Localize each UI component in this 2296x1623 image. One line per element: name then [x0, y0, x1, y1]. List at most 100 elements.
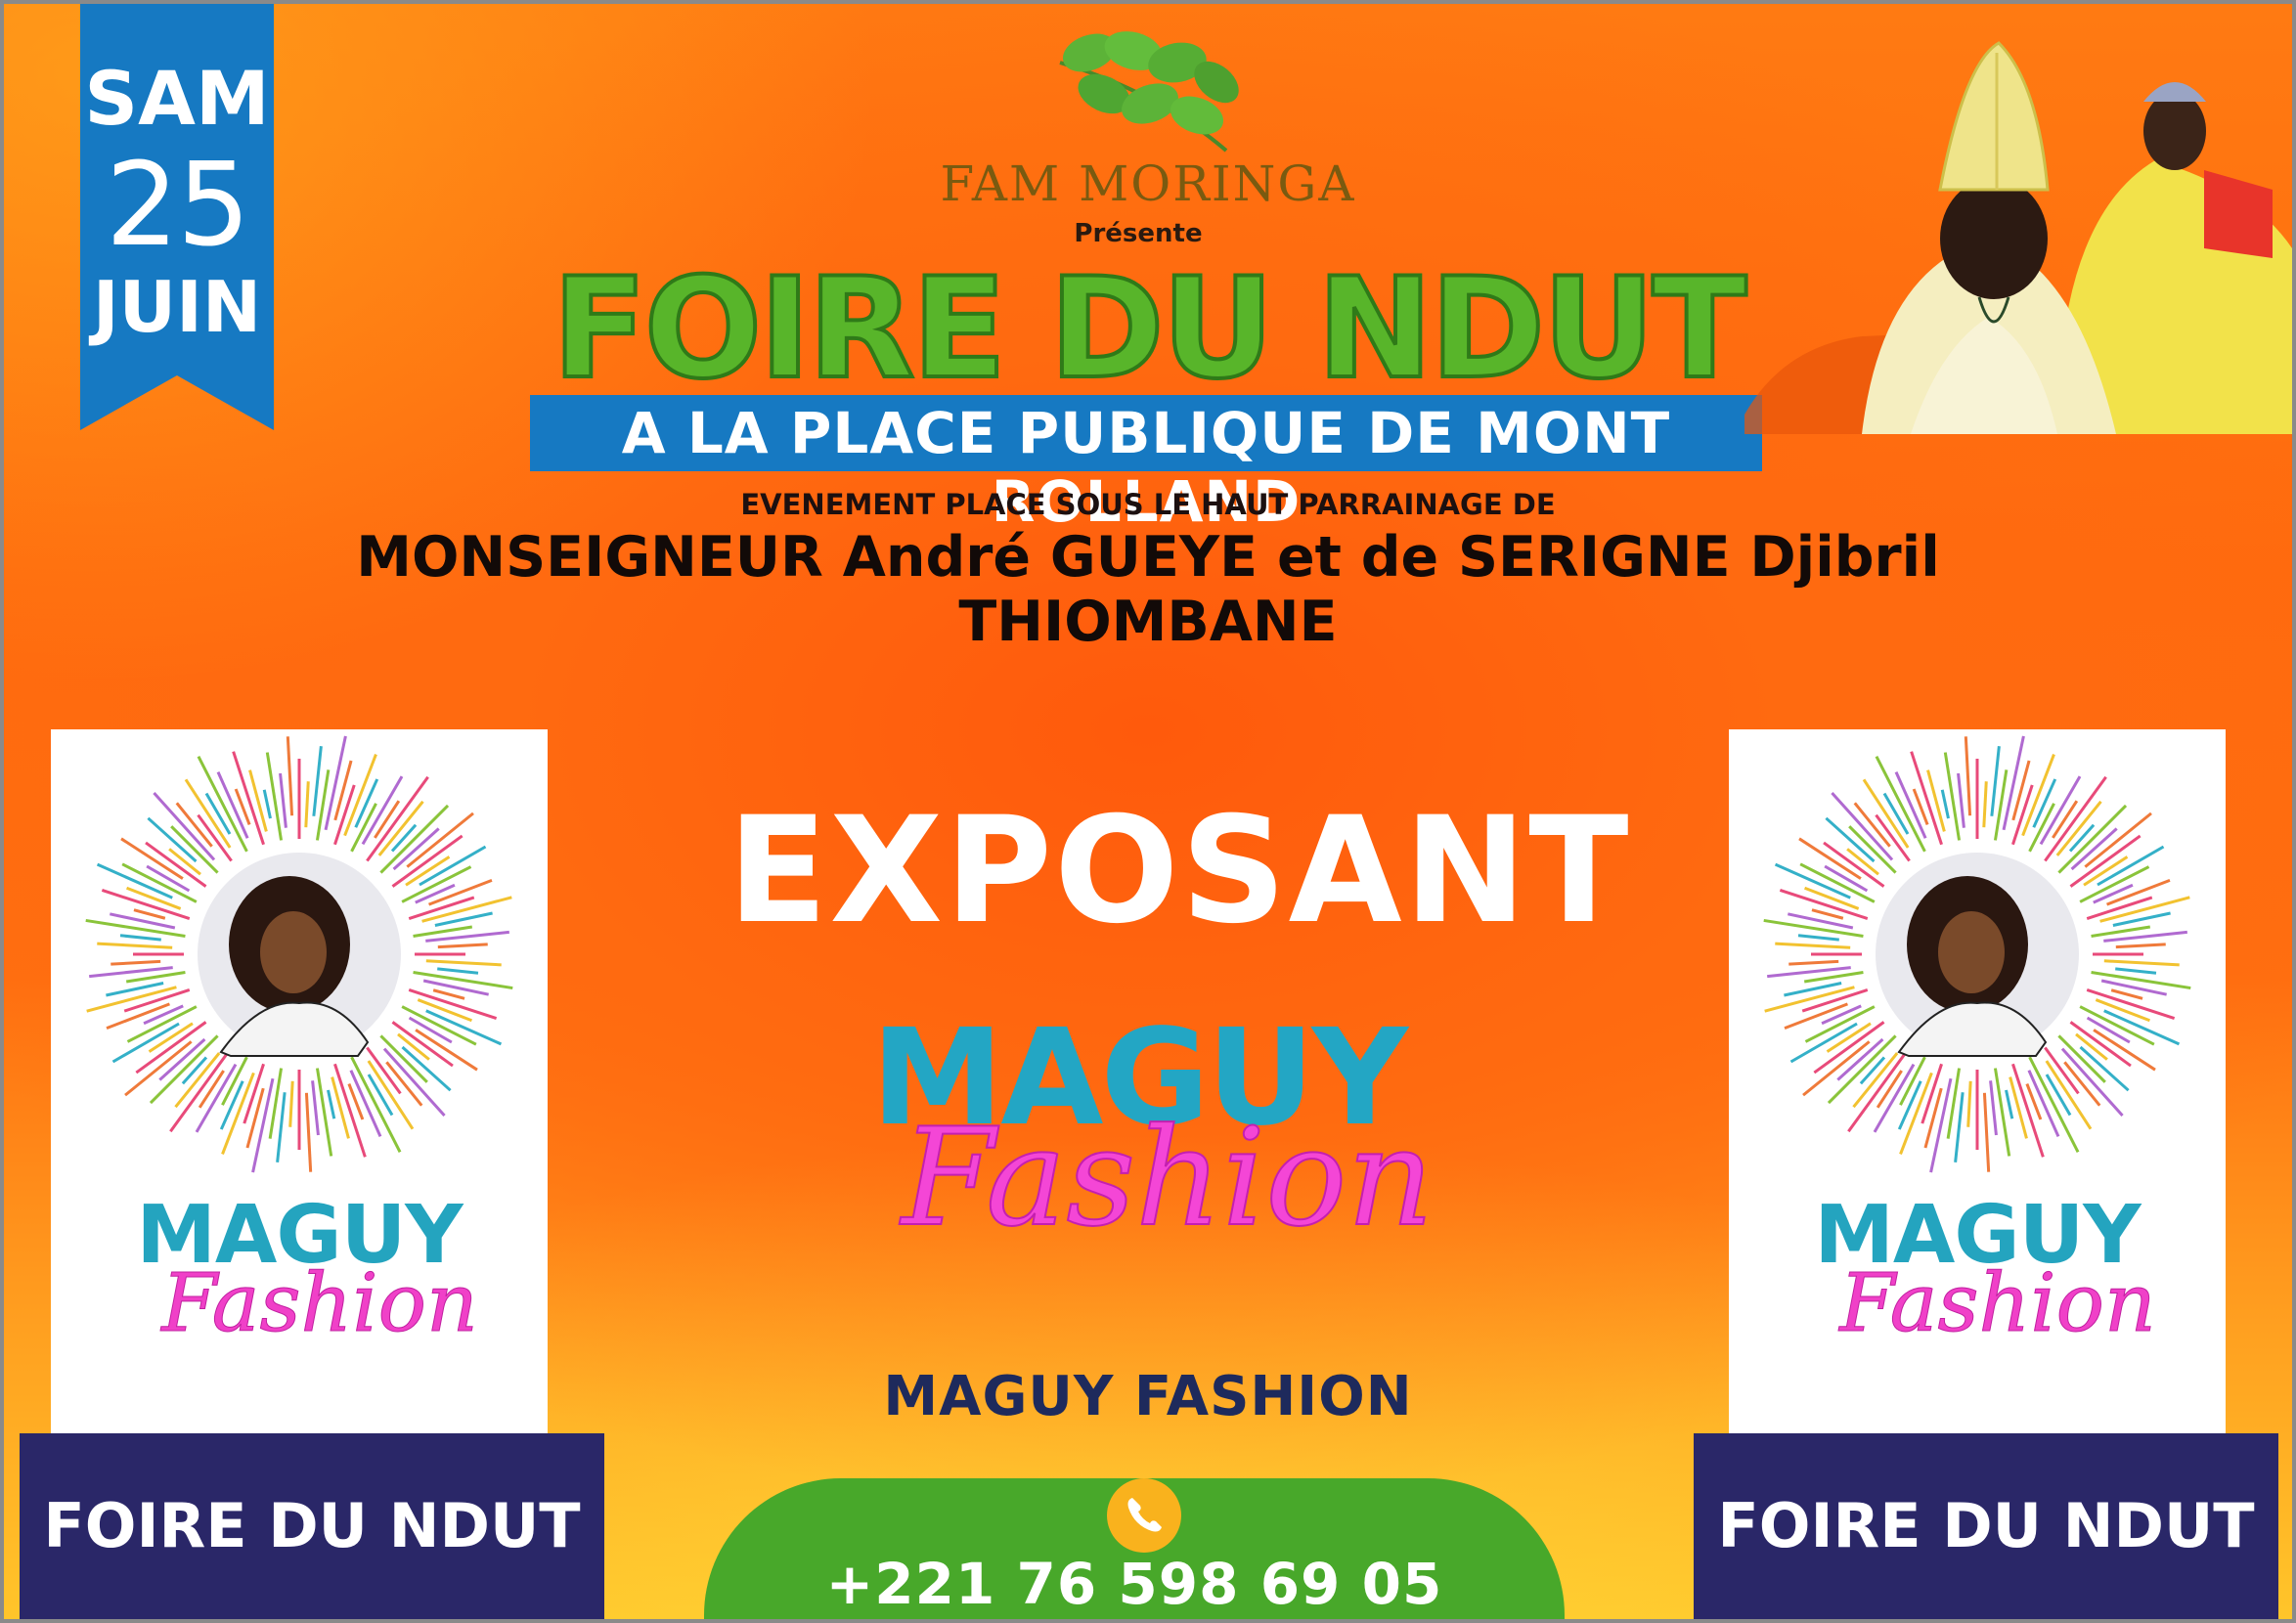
sunburst-ray: [1789, 1022, 1858, 1064]
sunburst-ray: [1836, 1037, 1884, 1081]
sunburst-ray: [248, 769, 268, 832]
right-brand-panel: MAGUY Fashion: [1729, 729, 2226, 1435]
sunburst-ray: [2005, 1089, 2014, 1119]
sunburst-ray: [2009, 1076, 2028, 1139]
sunburst-ray: [2103, 959, 2180, 967]
sunburst-ray: [315, 1068, 333, 1157]
sunburst-ray: [2070, 827, 2118, 871]
sunburst-ray: [432, 988, 465, 1000]
presents-text: Présente: [1074, 219, 1203, 248]
sunburst-ray: [97, 942, 173, 949]
patronage-intro: EVENEMENT PLACE SOUS LE HAUT PARRAINAGE …: [740, 488, 1556, 521]
sunburst-ray: [286, 736, 294, 816]
sunburst-ray: [158, 1037, 206, 1081]
panel-brand-fashion: Fashion: [1839, 1257, 2157, 1351]
sunburst-ray: [304, 1092, 313, 1172]
sunburst-ray: [120, 837, 184, 880]
sunburst-ray: [279, 772, 287, 828]
sunburst-ray: [415, 883, 456, 904]
date-day: SAM: [84, 55, 270, 142]
sunburst-ray: [392, 827, 440, 871]
sunburst-ray: [311, 1080, 320, 1136]
dignitaries-photo: [1744, 23, 2292, 434]
portrait-face: [1938, 911, 2005, 993]
exhibitor-name: MAGUY FASHION: [883, 1365, 1413, 1428]
sunburst-ray: [312, 746, 323, 816]
exhibitor-heading: EXPOSANT: [728, 786, 1631, 956]
date-number: 25: [105, 137, 250, 272]
sunburst-ray: [2093, 1029, 2156, 1072]
sunburst-ray: [1964, 736, 1972, 816]
portrait-face: [260, 911, 327, 993]
moringa-leaves-icon: [1059, 31, 1239, 153]
right-footer-title: FOIRE DU NDUT: [1717, 1490, 2255, 1561]
sunburst-ray: [133, 908, 166, 920]
sunburst-ray: [1811, 908, 1844, 920]
logo-name: FAM MORINGA: [940, 155, 1356, 212]
phone-number: +221 76 598 69 05: [825, 1551, 1443, 1617]
sunburst-ray: [1788, 959, 1839, 966]
patrons-names: MONSEIGNEUR André GUEYE et de SERIGNE Dj…: [356, 525, 1940, 654]
sunburst-ray: [181, 1056, 208, 1085]
sunburst-ray: [1982, 1092, 1991, 1172]
sunburst-ray: [143, 1004, 184, 1026]
sunburst-ray: [1821, 1004, 1862, 1026]
fam-moringa-logo: FAM MORINGA: [904, 23, 1392, 219]
sunburst-ray: [1982, 781, 1988, 828]
event-title: FOIRE DU NDUT: [551, 248, 1749, 410]
sunburst-ray: [1989, 1080, 1998, 1136]
left-footer-title: FOIRE DU NDUT: [43, 1490, 581, 1561]
sunburst-ray: [1940, 789, 1950, 819]
sunburst-ray: [1859, 1056, 1886, 1085]
sunburst-ray: [1798, 837, 1862, 880]
sunburst-ray: [425, 959, 502, 967]
sunburst-ray: [147, 816, 198, 863]
sunburst-ray: [119, 934, 161, 942]
date-ribbon: SAM 25 JUIN: [80, 4, 274, 430]
sunburst-ray: [2097, 845, 2165, 887]
sunburst-ray: [265, 752, 284, 841]
right-footer-box: FOIRE DU NDUT: [1694, 1433, 2278, 1619]
phone-icon: [1107, 1478, 1181, 1553]
sunburst-ray: [1825, 816, 1876, 863]
sunburst-ray: [125, 970, 186, 984]
sunburst-ray: [2091, 925, 2151, 939]
sunburst-ray: [390, 823, 418, 853]
sunburst-ray: [1943, 752, 1962, 841]
sunburst-ray: [415, 1029, 478, 1072]
sunburst-ray: [1990, 746, 2001, 816]
sunburst-ray: [1775, 942, 1851, 949]
left-footer-box: FOIRE DU NDUT: [20, 1433, 604, 1619]
sunburst-ray: [401, 1045, 452, 1092]
sunburst-ray: [110, 959, 161, 966]
sunburst-ray: [437, 943, 488, 949]
panel-brand-fashion: Fashion: [161, 1257, 479, 1351]
sunburst-ray: [288, 1080, 294, 1127]
sunburst-ray: [437, 967, 479, 975]
sunburst-ray: [1803, 970, 1864, 984]
sunburst-ray: [276, 1092, 287, 1162]
sunburst-ray: [2110, 988, 2143, 1000]
sunburst-ray: [2068, 823, 2096, 853]
sunburst-ray: [419, 845, 487, 887]
sunburst-ray: [2115, 967, 2157, 975]
sunburst-ray: [2079, 1045, 2130, 1092]
sunburst-ray: [2093, 883, 2134, 904]
sunburst-ray: [2115, 943, 2166, 949]
event-poster: SAM 25 JUIN FAM MORINGA Présente FOIRE D…: [4, 4, 2292, 1619]
sunburst-ray: [413, 925, 473, 939]
sunburst-ray: [111, 1022, 180, 1064]
sunburst-ray: [262, 789, 272, 819]
sunburst-ray: [1957, 772, 1965, 828]
sunburst-ray: [1966, 1080, 1972, 1127]
brand-fashion: Fashion: [901, 1098, 1435, 1257]
sunburst-ray: [304, 781, 310, 828]
sunburst-ray: [1993, 1068, 2011, 1157]
sunburst-ray: [327, 1089, 336, 1119]
sunburst-ray: [331, 1076, 350, 1139]
left-brand-panel: MAGUY Fashion: [51, 729, 548, 1435]
sunburst-ray: [1954, 1092, 1965, 1162]
sunburst-ray: [1797, 934, 1839, 942]
sunburst-ray: [1926, 769, 1946, 832]
date-month: JUIN: [92, 266, 262, 348]
